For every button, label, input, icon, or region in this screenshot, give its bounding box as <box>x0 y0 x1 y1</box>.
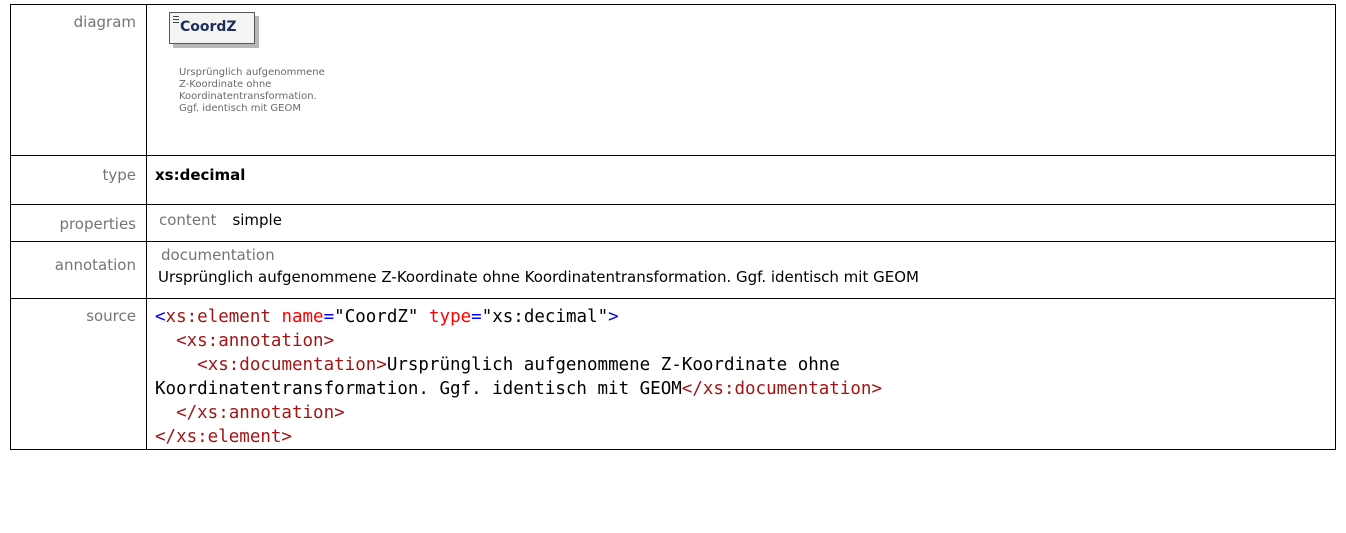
annotation-row: annotation documentation Ursprünglich au… <box>10 241 1336 299</box>
schema-doc-table: diagram CoordZ Ursprünglich aufgenommene… <box>10 4 1336 450</box>
type-row: type xs:decimal <box>10 155 1336 205</box>
element-diagram: CoordZ Ursprünglich aufgenommene Z-Koord… <box>155 5 1327 155</box>
diagram-label: diagram <box>10 4 147 156</box>
element-box[interactable]: CoordZ <box>169 12 259 48</box>
diagram-cell: CoordZ Ursprünglich aufgenommene Z-Koord… <box>146 4 1336 156</box>
type-label: type <box>10 155 147 205</box>
properties-label: properties <box>10 204 147 242</box>
annotation-label: annotation <box>10 241 147 299</box>
diagram-doc-line: Koordinatentransformation. <box>179 91 317 102</box>
source-row: source <xs:element name="CoordZ" type="x… <box>10 298 1336 450</box>
source-annotation-close: </xs:annotation> <box>176 403 345 423</box>
diagram-doc-line: Ursprünglich aufgenommene <box>179 67 325 78</box>
source-label: source <box>10 298 147 450</box>
element-box-name: CoordZ <box>180 19 237 35</box>
source-doc-close: </xs:documentation> <box>681 379 882 399</box>
diagram-documentation: Ursprünglich aufgenommene Z-Koordinate o… <box>179 67 325 115</box>
element-lines-icon <box>173 16 179 25</box>
source-tag-name: xs:element <box>165 307 271 327</box>
source-attr-name: name <box>281 307 324 327</box>
source-attr-name: type <box>429 307 472 327</box>
documentation-text: Ursprünglich aufgenommene Z-Koordinate o… <box>158 268 919 286</box>
source-attr-value: "xs:decimal" <box>481 307 609 327</box>
source-element-close: </xs:element> <box>155 427 292 447</box>
source-code: <xs:element name="CoordZ" type="xs:decim… <box>155 307 882 447</box>
type-value: xs:decimal <box>155 166 246 184</box>
documentation-key: documentation <box>161 246 275 264</box>
property-entry: content simple <box>155 205 1327 229</box>
source-doc-open: <xs:documentation> <box>197 355 387 375</box>
diagram-row: diagram CoordZ Ursprünglich aufgenommene… <box>10 4 1336 156</box>
property-key: content <box>159 211 217 229</box>
source-annotation-open: <xs:annotation> <box>176 331 335 351</box>
source-doc-text: Ursprünglich aufgenommene Z-Koordinate o… <box>386 355 840 375</box>
properties-row: properties content simple <box>10 204 1336 242</box>
property-value: simple <box>232 211 282 229</box>
diagram-doc-line: Z-Koordinate ohne <box>179 79 272 90</box>
diagram-doc-line: Ggf. identisch mit GEOM <box>179 103 301 114</box>
source-doc-text: Koordinatentransformation. Ggf. identisc… <box>155 379 682 399</box>
source-attr-value: "CoordZ" <box>334 307 419 327</box>
